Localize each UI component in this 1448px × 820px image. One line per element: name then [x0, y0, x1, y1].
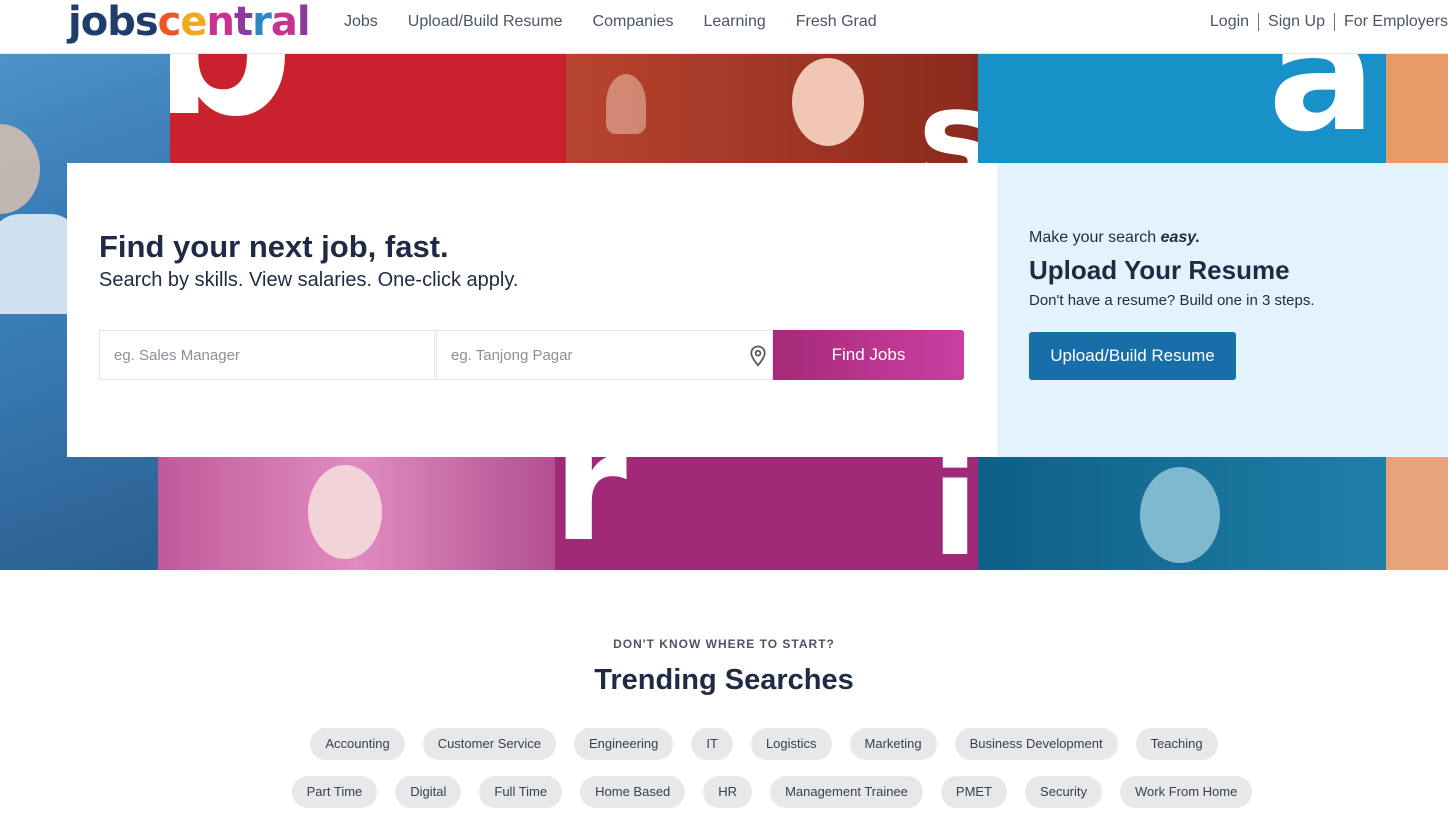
trending-chip[interactable]: Business Development: [954, 728, 1118, 760]
trending-title: Trending Searches: [594, 664, 854, 696]
trending-chip[interactable]: Marketing: [849, 728, 937, 760]
trending-chip[interactable]: Part Time: [291, 776, 378, 808]
hero-photo-man: [158, 457, 555, 570]
nav-learning[interactable]: Learning: [703, 12, 765, 32]
trending-chips-row-2: Part Time Digital Full Time Home Based H…: [0, 776, 1448, 808]
hero-photo-man-2: [978, 457, 1386, 570]
hero-lamp: [606, 74, 646, 134]
trending-chips-row-1: Accounting Customer Service Engineering …: [0, 728, 1448, 760]
logo-letter: t: [233, 0, 253, 45]
jobscentral-logo[interactable]: jobscentral: [68, 0, 311, 45]
job-search-card: Find your next job, fast. Search by skil…: [67, 163, 997, 457]
hero-tile-orange: [1386, 457, 1448, 570]
trending-chip[interactable]: IT: [691, 728, 733, 760]
site-header: jobscentral Jobs Upload/Build Resume Com…: [0, 0, 1448, 54]
location-input[interactable]: [436, 330, 773, 380]
nav-fresh-grad[interactable]: Fresh Grad: [796, 12, 877, 32]
trending-chip[interactable]: Home Based: [580, 776, 686, 808]
logo-letter: r: [252, 0, 272, 45]
resume-title: Upload Your Resume: [1029, 255, 1290, 285]
trending-chip[interactable]: Full Time: [479, 776, 563, 808]
hero-letter-r: r: [555, 457, 627, 570]
trending-chip[interactable]: Digital: [395, 776, 462, 808]
nav-companies[interactable]: Companies: [593, 12, 674, 32]
trending-chip[interactable]: Management Trainee: [770, 776, 923, 808]
hero-letter-a: a: [1268, 54, 1376, 164]
location-pin-icon: [750, 345, 766, 367]
trending-chip[interactable]: Customer Service: [422, 728, 556, 760]
resume-description: Don't have a resume? Build one in 3 step…: [1029, 292, 1315, 309]
upload-resume-panel: Make your search easy. Upload Your Resum…: [997, 163, 1448, 457]
upload-build-resume-button[interactable]: Upload/Build Resume: [1029, 332, 1236, 380]
logo-letter: a: [270, 0, 298, 45]
trending-chip[interactable]: Teaching: [1135, 728, 1218, 760]
login-link[interactable]: Login: [1201, 12, 1258, 32]
hero-person: [308, 465, 382, 559]
hero-letter-b: b: [170, 54, 294, 146]
logo-letter: jobs: [68, 0, 159, 45]
hero-tile-red: b: [170, 54, 566, 164]
resume-eyebrow-emphasis: easy.: [1160, 229, 1201, 246]
logo-letter: e: [180, 0, 207, 45]
trending-chip[interactable]: HR: [703, 776, 753, 808]
main-nav: Jobs Upload/Build Resume Companies Learn…: [344, 12, 907, 32]
trending-chip[interactable]: Work From Home: [1120, 776, 1253, 808]
hero-letter-s: s: [918, 61, 978, 164]
job-keyword-input[interactable]: [99, 330, 435, 380]
resume-eyebrow: Make your search easy.: [1029, 229, 1200, 247]
signup-link[interactable]: Sign Up: [1259, 12, 1334, 32]
hero-person: [1140, 467, 1220, 563]
hero-person: [0, 124, 40, 214]
hero-person: [792, 58, 864, 146]
nav-upload-build-resume[interactable]: Upload/Build Resume: [408, 12, 563, 32]
search-title: Find your next job, fast.: [99, 229, 449, 264]
hero-tile-magenta: r i: [555, 457, 978, 570]
hero-letter-i: i: [931, 457, 978, 570]
hero-tile-orange: [1386, 54, 1448, 164]
hero-photo-woman-glasses: s: [566, 54, 978, 164]
for-employers-link[interactable]: For Employers: [1335, 12, 1448, 32]
search-subtitle: Search by skills. View salaries. One-cli…: [99, 269, 519, 291]
trending-chip[interactable]: Accounting: [310, 728, 405, 760]
find-jobs-button[interactable]: Find Jobs: [773, 330, 964, 380]
hero-tile-blue: a: [978, 54, 1386, 164]
logo-letter: c: [157, 0, 182, 45]
resume-eyebrow-text: Make your search: [1029, 229, 1161, 246]
logo-letter: n: [206, 0, 236, 45]
logo-letter: l: [296, 0, 311, 45]
trending-chip[interactable]: PMET: [940, 776, 1008, 808]
trending-chip[interactable]: Logistics: [750, 728, 832, 760]
trending-eyebrow: DON'T KNOW WHERE TO START?: [613, 637, 835, 651]
trending-chip[interactable]: Security: [1025, 776, 1103, 808]
nav-jobs[interactable]: Jobs: [344, 12, 378, 32]
auth-links: Login Sign Up For Employers: [1201, 12, 1448, 32]
trending-chip[interactable]: Engineering: [574, 728, 674, 760]
